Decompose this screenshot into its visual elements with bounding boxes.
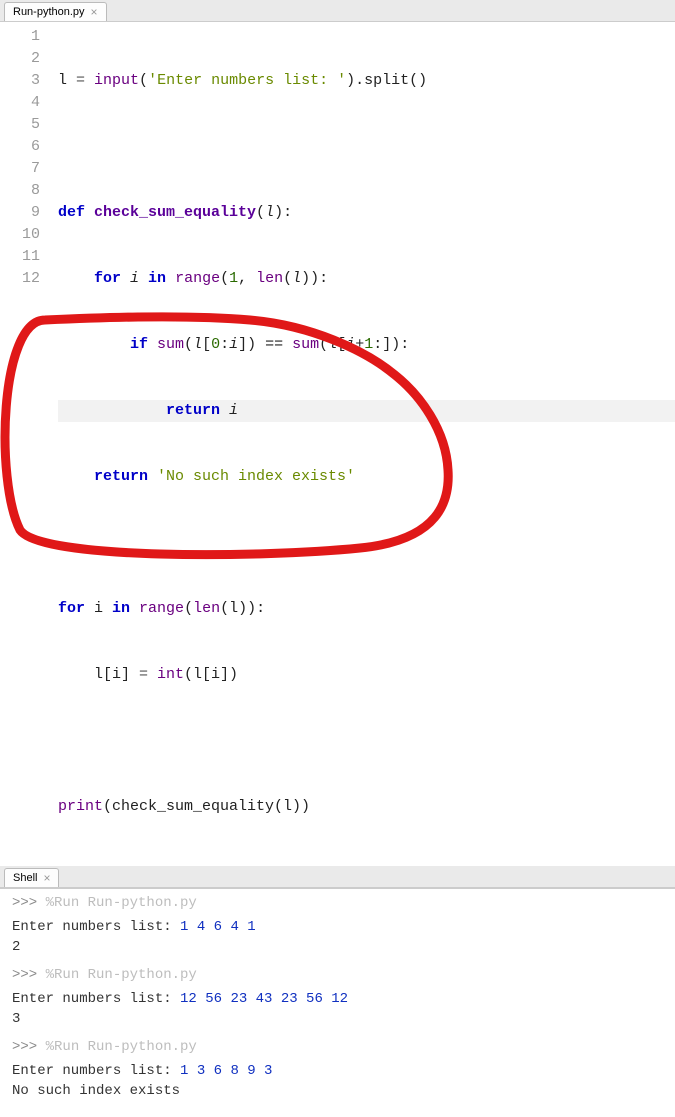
shell-input-label: Enter numbers list: [12, 919, 180, 935]
shell-run: >>> %Run Run-python.py Enter numbers lis… [12, 893, 675, 957]
shell-tabbar: Shell × [0, 866, 675, 888]
shell-prompt: >>> [12, 967, 46, 983]
editor-tabbar: Run-python.py × [0, 0, 675, 22]
shell-output: 2 [12, 937, 675, 957]
line-number: 6 [0, 136, 40, 158]
line-number: 1 [0, 26, 40, 48]
code-line: for i in range(len(l)): [58, 598, 675, 620]
shell-run-command: %Run Run-python.py [46, 1039, 197, 1055]
shell-tab[interactable]: Shell × [4, 868, 59, 887]
shell-user-input: 1 4 6 4 1 [180, 919, 256, 935]
shell-run-command: %Run Run-python.py [46, 967, 197, 983]
code-line: if sum(l[0:i]) == sum(l[i+1:]): [58, 334, 675, 356]
line-number: 9 [0, 202, 40, 224]
shell-panel[interactable]: >>> %Run Run-python.py Enter numbers lis… [0, 888, 675, 1117]
code-line: l = input('Enter numbers list: ').split(… [58, 70, 675, 92]
shell-prompt: >>> [12, 895, 46, 911]
shell-output: 3 [12, 1009, 675, 1029]
line-number: 4 [0, 92, 40, 114]
line-number: 5 [0, 114, 40, 136]
shell-output: No such index exists [12, 1081, 675, 1101]
shell-prompt: >>> [12, 1039, 46, 1055]
shell-user-input: 1 3 6 8 9 3 [180, 1063, 272, 1079]
line-number: 8 [0, 180, 40, 202]
code-line: return i [58, 400, 675, 422]
close-icon[interactable]: × [91, 6, 98, 18]
shell-input-label: Enter numbers list: [12, 991, 180, 1007]
shell-tab-label: Shell [13, 872, 37, 884]
code-line: def check_sum_equality(l): [58, 202, 675, 224]
close-icon[interactable]: × [43, 872, 50, 884]
editor-tab-label: Run-python.py [13, 6, 85, 18]
shell-input-label: Enter numbers list: [12, 1063, 180, 1079]
code-line [58, 532, 675, 554]
code-line [58, 730, 675, 752]
line-number-gutter: 1 2 3 4 5 6 7 8 9 10 11 12 [0, 22, 52, 866]
code-line: for i in range(1, len(l)): [58, 268, 675, 290]
line-number: 2 [0, 48, 40, 70]
code-line: return 'No such index exists' [58, 466, 675, 488]
line-number: 3 [0, 70, 40, 92]
shell-run: >>> %Run Run-python.py Enter numbers lis… [12, 965, 675, 1029]
line-number: 11 [0, 246, 40, 268]
line-number: 10 [0, 224, 40, 246]
code-editor[interactable]: 1 2 3 4 5 6 7 8 9 10 11 12 l = input('En… [0, 22, 675, 866]
line-number: 7 [0, 158, 40, 180]
code-area[interactable]: l = input('Enter numbers list: ').split(… [52, 22, 675, 866]
shell-run: >>> %Run Run-python.py Enter numbers lis… [12, 1037, 675, 1101]
shell-run-command: %Run Run-python.py [46, 895, 197, 911]
code-line: print(check_sum_equality(l)) [58, 796, 675, 818]
editor-tab[interactable]: Run-python.py × [4, 2, 107, 21]
line-number: 12 [0, 268, 40, 290]
code-line [58, 136, 675, 158]
shell-user-input: 12 56 23 43 23 56 12 [180, 991, 348, 1007]
code-line: l[i] = int(l[i]) [58, 664, 675, 686]
